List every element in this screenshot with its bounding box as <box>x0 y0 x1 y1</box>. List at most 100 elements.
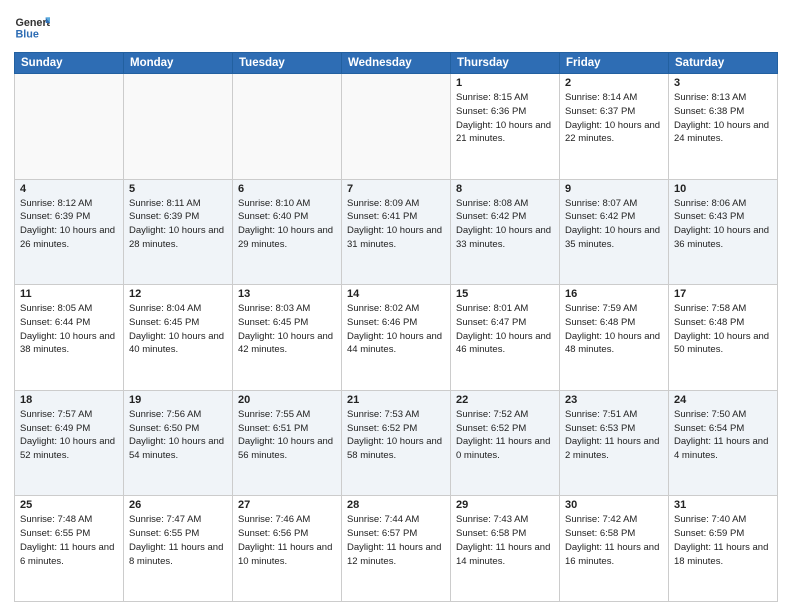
day-number: 18 <box>20 394 118 406</box>
day-number: 2 <box>565 77 663 89</box>
day-info: Sunrise: 8:01 AMSunset: 6:47 PMDaylight:… <box>456 302 554 357</box>
day-number: 1 <box>456 77 554 89</box>
day-info: Sunrise: 7:52 AMSunset: 6:52 PMDaylight:… <box>456 408 554 463</box>
day-info: Sunrise: 7:57 AMSunset: 6:49 PMDaylight:… <box>20 408 118 463</box>
calendar-cell: 9 Sunrise: 8:07 AMSunset: 6:42 PMDaylight… <box>560 179 669 285</box>
day-number: 29 <box>456 499 554 511</box>
day-info: Sunrise: 7:46 AMSunset: 6:56 PMDaylight:… <box>238 513 336 568</box>
day-number: 5 <box>129 183 227 195</box>
day-number: 4 <box>20 183 118 195</box>
calendar-cell: 21 Sunrise: 7:53 AMSunset: 6:52 PMDayligh… <box>342 390 451 496</box>
weekday-header-tuesday: Tuesday <box>233 53 342 74</box>
day-number: 11 <box>20 288 118 300</box>
day-number: 20 <box>238 394 336 406</box>
day-number: 19 <box>129 394 227 406</box>
day-info: Sunrise: 7:55 AMSunset: 6:51 PMDaylight:… <box>238 408 336 463</box>
day-number: 13 <box>238 288 336 300</box>
calendar-cell: 27 Sunrise: 7:46 AMSunset: 6:56 PMDayligh… <box>233 496 342 602</box>
calendar: SundayMondayTuesdayWednesdayThursdayFrid… <box>14 52 778 602</box>
day-number: 12 <box>129 288 227 300</box>
calendar-week-4: 18 Sunrise: 7:57 AMSunset: 6:49 PMDayligh… <box>15 390 778 496</box>
day-number: 23 <box>565 394 663 406</box>
day-info: Sunrise: 7:56 AMSunset: 6:50 PMDaylight:… <box>129 408 227 463</box>
calendar-week-2: 4Sunrise: 8:12 AMSunset: 6:39 PMDaylight… <box>15 179 778 285</box>
calendar-cell: 6 Sunrise: 8:10 AMSunset: 6:40 PMDaylight… <box>233 179 342 285</box>
day-number: 28 <box>347 499 445 511</box>
day-info: Sunrise: 7:50 AMSunset: 6:54 PMDaylight:… <box>674 408 772 463</box>
day-number: 9 <box>565 183 663 195</box>
day-info: Sunrise: 8:14 AMSunset: 6:37 PMDaylight:… <box>565 91 663 146</box>
top-section: General Blue <box>14 10 778 46</box>
day-info: Sunrise: 8:08 AMSunset: 6:42 PMDaylight:… <box>456 197 554 252</box>
day-number: 21 <box>347 394 445 406</box>
calendar-cell <box>233 74 342 180</box>
calendar-cell: 19 Sunrise: 7:56 AMSunset: 6:50 PMDayligh… <box>124 390 233 496</box>
calendar-cell: 2 Sunrise: 8:14 AMSunset: 6:37 PMDaylight… <box>560 74 669 180</box>
weekday-header-wednesday: Wednesday <box>342 53 451 74</box>
day-info: Sunrise: 7:58 AMSunset: 6:48 PMDaylight:… <box>674 302 772 357</box>
day-info: Sunrise: 7:42 AMSunset: 6:58 PMDaylight:… <box>565 513 663 568</box>
calendar-cell: 5 Sunrise: 8:11 AMSunset: 6:39 PMDaylight… <box>124 179 233 285</box>
day-number: 30 <box>565 499 663 511</box>
calendar-cell: 7 Sunrise: 8:09 AMSunset: 6:41 PMDaylight… <box>342 179 451 285</box>
calendar-week-1: 1 Sunrise: 8:15 AMSunset: 6:36 PMDaylight… <box>15 74 778 180</box>
day-number: 14 <box>347 288 445 300</box>
day-info: Sunrise: 7:44 AMSunset: 6:57 PMDaylight:… <box>347 513 445 568</box>
calendar-week-5: 25Sunrise: 7:48 AMSunset: 6:55 PMDayligh… <box>15 496 778 602</box>
day-info: Sunrise: 8:11 AMSunset: 6:39 PMDaylight:… <box>129 197 227 252</box>
day-info: Sunrise: 7:53 AMSunset: 6:52 PMDaylight:… <box>347 408 445 463</box>
calendar-cell: 28 Sunrise: 7:44 AMSunset: 6:57 PMDayligh… <box>342 496 451 602</box>
calendar-cell: 8Sunrise: 8:08 AMSunset: 6:42 PMDaylight… <box>451 179 560 285</box>
day-info: Sunrise: 8:15 AMSunset: 6:36 PMDaylight:… <box>456 91 554 146</box>
calendar-cell: 3Sunrise: 8:13 AMSunset: 6:38 PMDaylight… <box>669 74 778 180</box>
calendar-cell <box>342 74 451 180</box>
calendar-cell <box>124 74 233 180</box>
weekday-header-sunday: Sunday <box>15 53 124 74</box>
day-number: 10 <box>674 183 772 195</box>
svg-text:General: General <box>15 17 50 29</box>
logo-icon: General Blue <box>14 10 50 46</box>
calendar-cell: 31 Sunrise: 7:40 AMSunset: 6:59 PMDayligh… <box>669 496 778 602</box>
calendar-cell: 23 Sunrise: 7:51 AMSunset: 6:53 PMDayligh… <box>560 390 669 496</box>
day-number: 31 <box>674 499 772 511</box>
day-info: Sunrise: 7:51 AMSunset: 6:53 PMDaylight:… <box>565 408 663 463</box>
calendar-cell: 14 Sunrise: 8:02 AMSunset: 6:46 PMDayligh… <box>342 285 451 391</box>
calendar-cell: 16Sunrise: 7:59 AMSunset: 6:48 PMDayligh… <box>560 285 669 391</box>
calendar-cell: 25Sunrise: 7:48 AMSunset: 6:55 PMDayligh… <box>15 496 124 602</box>
weekday-header-monday: Monday <box>124 53 233 74</box>
day-info: Sunrise: 8:05 AMSunset: 6:44 PMDaylight:… <box>20 302 118 357</box>
day-info: Sunrise: 7:47 AMSunset: 6:55 PMDaylight:… <box>129 513 227 568</box>
calendar-cell: 20 Sunrise: 7:55 AMSunset: 6:51 PMDayligh… <box>233 390 342 496</box>
calendar-cell: 17 Sunrise: 7:58 AMSunset: 6:48 PMDayligh… <box>669 285 778 391</box>
day-info: Sunrise: 7:59 AMSunset: 6:48 PMDaylight:… <box>565 302 663 357</box>
day-info: Sunrise: 8:02 AMSunset: 6:46 PMDaylight:… <box>347 302 445 357</box>
calendar-cell: 10 Sunrise: 8:06 AMSunset: 6:43 PMDayligh… <box>669 179 778 285</box>
day-number: 3 <box>674 77 772 89</box>
day-info: Sunrise: 7:48 AMSunset: 6:55 PMDaylight:… <box>20 513 118 568</box>
day-number: 26 <box>129 499 227 511</box>
day-info: Sunrise: 8:10 AMSunset: 6:40 PMDaylight:… <box>238 197 336 252</box>
day-number: 17 <box>674 288 772 300</box>
day-number: 15 <box>456 288 554 300</box>
day-info: Sunrise: 8:09 AMSunset: 6:41 PMDaylight:… <box>347 197 445 252</box>
day-info: Sunrise: 8:07 AMSunset: 6:42 PMDaylight:… <box>565 197 663 252</box>
calendar-week-3: 11 Sunrise: 8:05 AMSunset: 6:44 PMDayligh… <box>15 285 778 391</box>
calendar-cell: 15 Sunrise: 8:01 AMSunset: 6:47 PMDayligh… <box>451 285 560 391</box>
day-number: 24 <box>674 394 772 406</box>
calendar-cell: 18 Sunrise: 7:57 AMSunset: 6:49 PMDayligh… <box>15 390 124 496</box>
weekday-header-saturday: Saturday <box>669 53 778 74</box>
day-number: 6 <box>238 183 336 195</box>
day-info: Sunrise: 8:06 AMSunset: 6:43 PMDaylight:… <box>674 197 772 252</box>
weekday-header-thursday: Thursday <box>451 53 560 74</box>
day-number: 27 <box>238 499 336 511</box>
day-info: Sunrise: 7:43 AMSunset: 6:58 PMDaylight:… <box>456 513 554 568</box>
calendar-cell: 11 Sunrise: 8:05 AMSunset: 6:44 PMDayligh… <box>15 285 124 391</box>
day-number: 7 <box>347 183 445 195</box>
day-number: 22 <box>456 394 554 406</box>
calendar-cell: 1 Sunrise: 8:15 AMSunset: 6:36 PMDaylight… <box>451 74 560 180</box>
day-info: Sunrise: 7:40 AMSunset: 6:59 PMDaylight:… <box>674 513 772 568</box>
calendar-cell: 24 Sunrise: 7:50 AMSunset: 6:54 PMDayligh… <box>669 390 778 496</box>
weekday-header-friday: Friday <box>560 53 669 74</box>
day-info: Sunrise: 8:03 AMSunset: 6:45 PMDaylight:… <box>238 302 336 357</box>
calendar-cell: 22 Sunrise: 7:52 AMSunset: 6:52 PMDayligh… <box>451 390 560 496</box>
